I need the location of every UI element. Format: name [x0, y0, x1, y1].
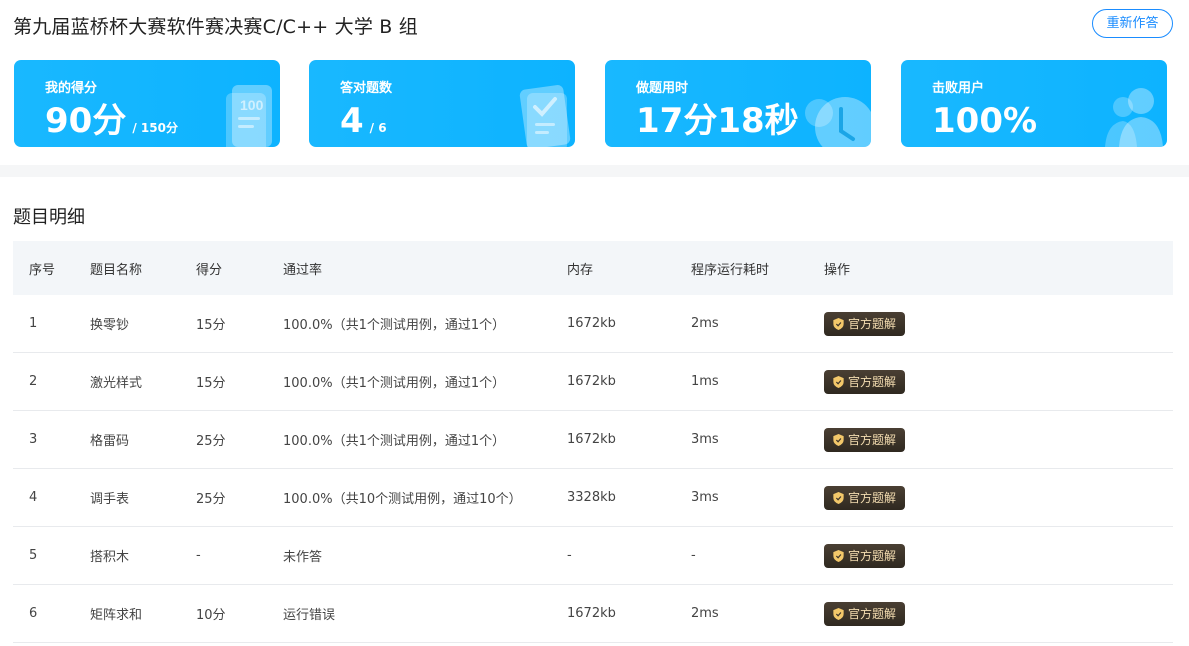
row-memory: 1672kb — [567, 316, 616, 331]
row-runtime: 3ms — [691, 490, 719, 505]
correct-count-card: 答对题数 4/ 6 — [309, 60, 575, 147]
solution-label: 官方题解 — [848, 491, 897, 505]
results-table: 序号 题目名称 得分 通过率 内存 程序运行耗时 操作 1 换零钞 15分 10… — [13, 241, 1173, 643]
row-pass-rate: 100.0%（共1个测试用例，通过1个） — [283, 434, 506, 449]
header-runtime: 程序运行耗时 — [691, 262, 770, 278]
time-used-card: 做题用时 17分18秒 — [605, 60, 871, 147]
row-score: 25分 — [196, 492, 226, 507]
header-pass-rate: 通过率 — [283, 262, 323, 278]
row-name: 格雷码 — [90, 434, 130, 449]
table-row: 2 激光样式 15分 100.0%（共1个测试用例，通过1个） 1672kb 1… — [13, 353, 1173, 411]
row-score: 25分 — [196, 434, 226, 449]
section-title: 题目明细 — [13, 207, 85, 228]
row-pass-rate: 100.0%（共1个测试用例，通过1个） — [283, 376, 506, 391]
row-runtime: - — [691, 548, 696, 563]
header-score: 得分 — [196, 262, 223, 278]
score-sheet-icon: 100 — [226, 85, 272, 147]
users-icon — [1105, 88, 1163, 147]
row-name: 调手表 — [90, 492, 130, 507]
official-solution-button[interactable]: 官方题解 — [824, 311, 906, 336]
row-name: 换零钞 — [90, 318, 130, 333]
row-runtime: 3ms — [691, 432, 719, 447]
beat-users-card: 击败用户 100% — [901, 60, 1167, 147]
section-divider — [0, 165, 1189, 177]
header-action: 操作 — [824, 262, 851, 278]
checklist-icon — [519, 85, 571, 147]
shield-icon — [833, 607, 844, 620]
official-solution-button[interactable]: 官方题解 — [824, 427, 906, 452]
card-label: 做题用时 — [636, 81, 689, 96]
row-memory: 1672kb — [567, 606, 616, 621]
official-solution-button[interactable]: 官方题解 — [824, 543, 906, 568]
row-memory: 1672kb — [567, 432, 616, 447]
svg-text:100: 100 — [240, 97, 264, 113]
table-row: 3 格雷码 25分 100.0%（共1个测试用例，通过1个） 1672kb 3m… — [13, 411, 1173, 469]
card-value: 17分18秒 — [636, 101, 799, 141]
row-index: 1 — [29, 316, 38, 331]
solution-label: 官方题解 — [848, 607, 897, 621]
row-index: 4 — [29, 490, 38, 505]
table-row: 1 换零钞 15分 100.0%（共1个测试用例，通过1个） 1672kb 2m… — [13, 295, 1173, 353]
row-score: - — [196, 548, 201, 563]
card-value: 100% — [932, 101, 1038, 141]
header-index: 序号 — [29, 262, 56, 278]
card-label: 击败用户 — [932, 81, 985, 96]
summary-area: 第九届蓝桥杯大赛软件赛决赛C/C++ 大学 B 组 重新作答 我的得分 90分 /… — [0, 0, 1189, 165]
table-row: 6 矩阵求和 10分 运行错误 1672kb 2ms 官方题解 — [13, 585, 1173, 643]
row-pass-rate: 运行错误 — [283, 608, 336, 623]
solution-label: 官方题解 — [848, 317, 897, 331]
table-row: 4 调手表 25分 100.0%（共10个测试用例，通过10个） 3328kb … — [13, 469, 1173, 527]
official-solution-button[interactable]: 官方题解 — [824, 369, 906, 394]
table-header: 序号 题目名称 得分 通过率 内存 程序运行耗时 操作 — [13, 241, 1173, 295]
official-solution-button[interactable]: 官方题解 — [824, 601, 906, 626]
shield-icon — [833, 549, 844, 562]
row-score: 10分 — [196, 608, 226, 623]
header-name: 题目名称 — [90, 262, 143, 278]
row-name: 矩阵求和 — [90, 608, 143, 623]
row-pass-rate: 100.0%（共10个测试用例，通过10个） — [283, 492, 522, 507]
row-runtime: 2ms — [691, 316, 719, 331]
shield-icon — [833, 433, 844, 446]
solution-label: 官方题解 — [848, 433, 897, 447]
card-value: 4/ 6 — [340, 101, 387, 141]
row-pass-rate: 100.0%（共1个测试用例，通过1个） — [283, 318, 506, 333]
shield-icon — [833, 317, 844, 330]
row-name: 搭积木 — [90, 550, 130, 565]
row-name: 激光样式 — [90, 376, 143, 391]
row-score: 15分 — [196, 318, 226, 333]
row-runtime: 1ms — [691, 374, 719, 389]
row-pass-rate: 未作答 — [283, 550, 323, 565]
shield-icon — [833, 375, 844, 388]
official-solution-button[interactable]: 官方题解 — [824, 485, 906, 510]
card-value: 90分/ 150分 — [45, 101, 178, 141]
score-card: 我的得分 90分/ 150分 100 — [14, 60, 280, 147]
card-label: 我的得分 — [45, 81, 98, 96]
solution-label: 官方题解 — [848, 375, 897, 389]
row-memory: 1672kb — [567, 374, 616, 389]
clock-icon — [805, 97, 871, 147]
row-index: 6 — [29, 606, 38, 621]
row-memory: 3328kb — [567, 490, 616, 505]
header-memory: 内存 — [567, 262, 594, 278]
page-title: 第九届蓝桥杯大赛软件赛决赛C/C++ 大学 B 组 — [13, 16, 418, 38]
card-label: 答对题数 — [340, 81, 393, 96]
row-index: 5 — [29, 548, 38, 563]
shield-icon — [833, 491, 844, 504]
row-index: 2 — [29, 374, 38, 389]
table-row: 5 搭积木 - 未作答 - - 官方题解 — [13, 527, 1173, 585]
row-index: 3 — [29, 432, 38, 447]
row-runtime: 2ms — [691, 606, 719, 621]
redo-button[interactable]: 重新作答 — [1092, 9, 1173, 38]
row-memory: - — [567, 548, 572, 563]
row-score: 15分 — [196, 376, 226, 391]
solution-label: 官方题解 — [848, 549, 897, 563]
